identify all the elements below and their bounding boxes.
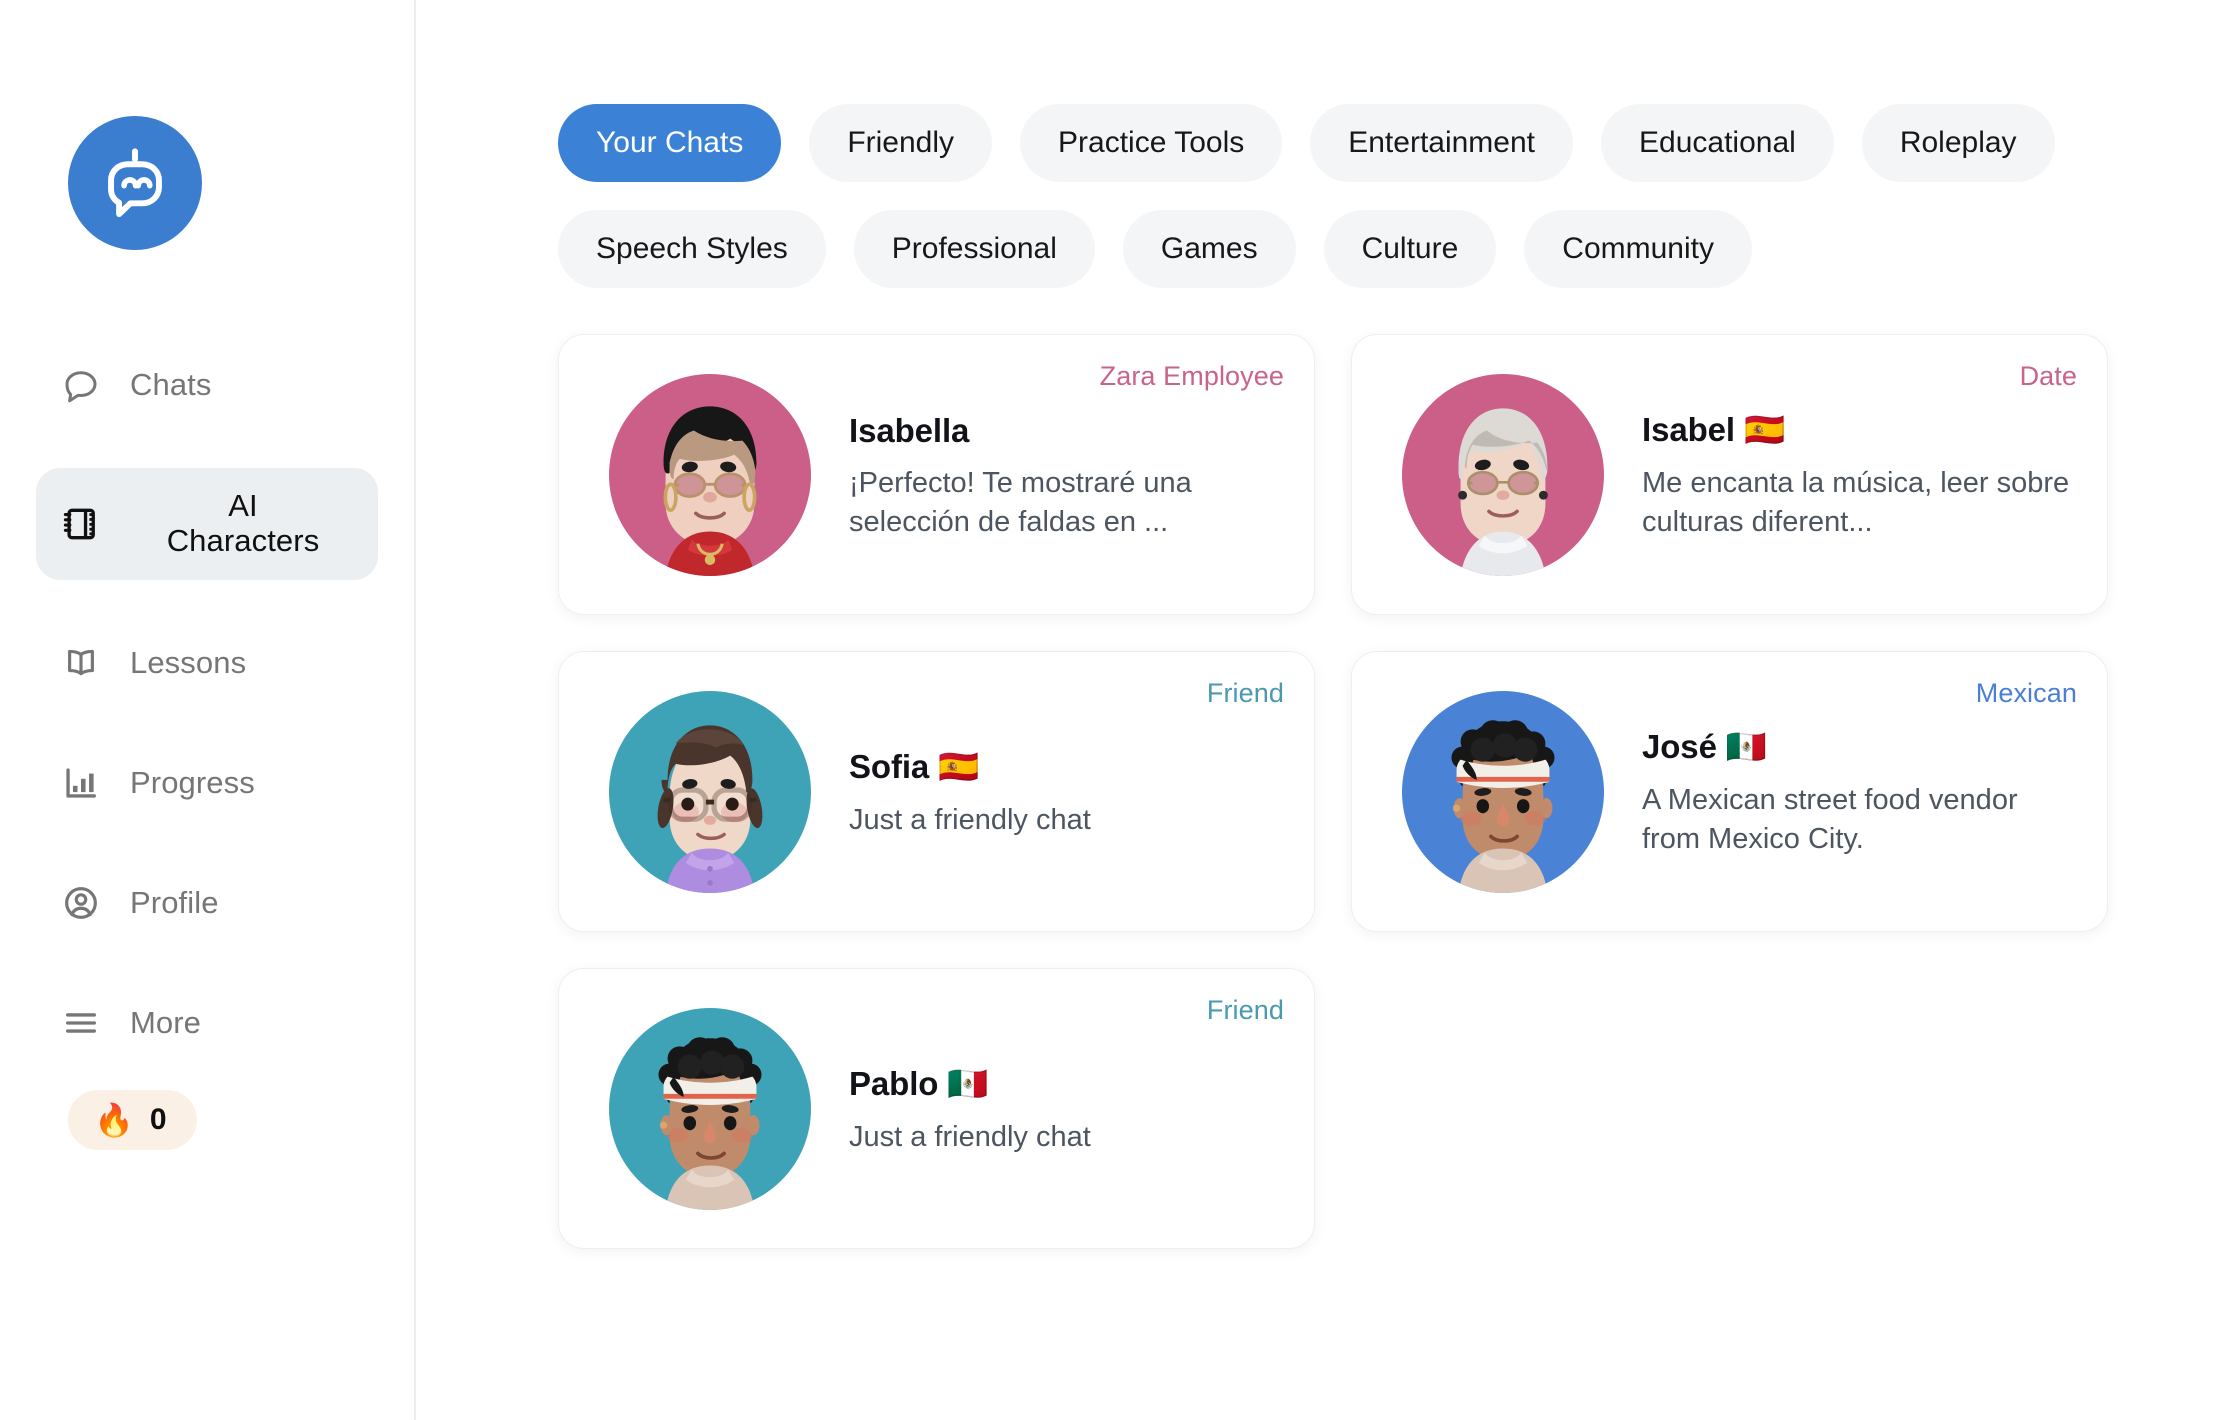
pablo-avatar xyxy=(609,1007,811,1210)
character-card[interactable]: Friend xyxy=(558,651,1315,932)
isabel-avatar xyxy=(1402,373,1604,576)
filter-pill-culture[interactable]: Culture xyxy=(1323,210,1497,288)
filter-pill-educational[interactable]: Educational xyxy=(1601,104,1834,182)
filter-pill-practice-tools[interactable]: Practice Tools xyxy=(1020,104,1283,182)
app-logo[interactable] xyxy=(68,116,202,250)
jose-avatar xyxy=(1402,690,1604,893)
character-card[interactable]: Friend xyxy=(558,968,1315,1249)
ai-characters-icon xyxy=(58,501,104,547)
filter-pill-speech-styles[interactable]: Speech Styles xyxy=(558,210,826,288)
character-card[interactable]: Date Isabel 🇪🇸 Me encanta la música, lee… xyxy=(1351,334,2108,615)
filter-pill-roleplay[interactable]: Roleplay xyxy=(1861,104,2055,182)
sidebar-item-label: AI Characters xyxy=(166,488,320,558)
character-card[interactable]: Zara Employee Isabella ¡Perfecto! Te mos… xyxy=(558,334,1315,615)
open-book-icon xyxy=(58,640,104,686)
filter-pill-community[interactable]: Community xyxy=(1524,210,1752,288)
sidebar: Chats AI Characters Lessons Progress Pro… xyxy=(0,0,416,1420)
sidebar-item-ai-characters[interactable]: AI Characters xyxy=(36,468,378,580)
character-name: Isabel 🇪🇸 xyxy=(1642,411,1786,449)
filter-pill-list: Your Chats Friendly Practice Tools Enter… xyxy=(558,104,2138,288)
character-tag: Mexican xyxy=(1975,678,2077,708)
character-name: Sofia 🇪🇸 xyxy=(849,747,980,785)
sidebar-item-label: Chats xyxy=(130,366,212,402)
filter-pill-friendly[interactable]: Friendly xyxy=(809,104,993,182)
filter-pill-entertainment[interactable]: Entertainment xyxy=(1310,104,1574,182)
character-tag: Friend xyxy=(1206,678,1284,708)
hamburger-menu-icon xyxy=(58,1000,104,1046)
bar-chart-icon xyxy=(58,760,104,806)
sidebar-item-chats[interactable]: Chats xyxy=(36,348,378,422)
sidebar-item-label: More xyxy=(130,1004,202,1040)
isabella-avatar xyxy=(609,373,811,576)
sidebar-item-lessons[interactable]: Lessons xyxy=(36,626,378,700)
character-subtitle: Me encanta la música, leer sobre cultura… xyxy=(1642,467,2070,538)
sidebar-item-profile[interactable]: Profile xyxy=(36,866,378,940)
chatbot-logo-icon xyxy=(89,137,181,229)
character-subtitle: Just a friendly chat xyxy=(849,803,1091,836)
character-name: José 🇲🇽 xyxy=(1642,728,1767,766)
character-name: Isabella xyxy=(849,411,970,449)
filter-pill-games[interactable]: Games xyxy=(1122,210,1296,288)
sidebar-item-label: Lessons xyxy=(130,644,247,680)
filter-pill-professional[interactable]: Professional xyxy=(853,210,1095,288)
character-subtitle: A Mexican street food vendor from Mexico… xyxy=(1642,784,2018,855)
streak-count: 0 xyxy=(149,1103,167,1136)
sofia-avatar xyxy=(609,690,811,893)
character-subtitle: Just a friendly chat xyxy=(849,1120,1091,1153)
app-root: Chats AI Characters Lessons Progress Pro… xyxy=(0,0,2224,1420)
streak-badge[interactable]: 🔥 0 xyxy=(68,1090,197,1150)
character-subtitle: ¡Perfecto! Te mostraré una selección de … xyxy=(849,466,1192,538)
sidebar-item-label: Progress xyxy=(130,764,255,800)
chat-bubble-icon xyxy=(58,362,104,408)
character-name: Pablo 🇲🇽 xyxy=(849,1064,989,1102)
filter-pill-your-chats[interactable]: Your Chats xyxy=(558,104,782,182)
character-card-grid: Zara Employee Isabella ¡Perfecto! Te mos… xyxy=(558,334,2224,1249)
sidebar-item-label: Profile xyxy=(130,884,219,920)
character-tag: Date xyxy=(2019,361,2077,391)
sidebar-item-more[interactable]: More xyxy=(36,986,378,1060)
user-circle-icon xyxy=(58,880,104,926)
character-tag: Friend xyxy=(1206,995,1284,1025)
sidebar-nav: Chats AI Characters Lessons Progress Pro… xyxy=(0,348,414,1106)
character-tag: Zara Employee xyxy=(1099,361,1284,391)
flame-icon: 🔥 xyxy=(94,1102,134,1138)
main-content: Your Chats Friendly Practice Tools Enter… xyxy=(416,0,2224,1420)
character-card[interactable]: Mexican José 🇲🇽 A Mexican street food ve… xyxy=(1351,651,2108,932)
logo-container xyxy=(0,0,414,250)
sidebar-item-progress[interactable]: Progress xyxy=(36,746,378,820)
